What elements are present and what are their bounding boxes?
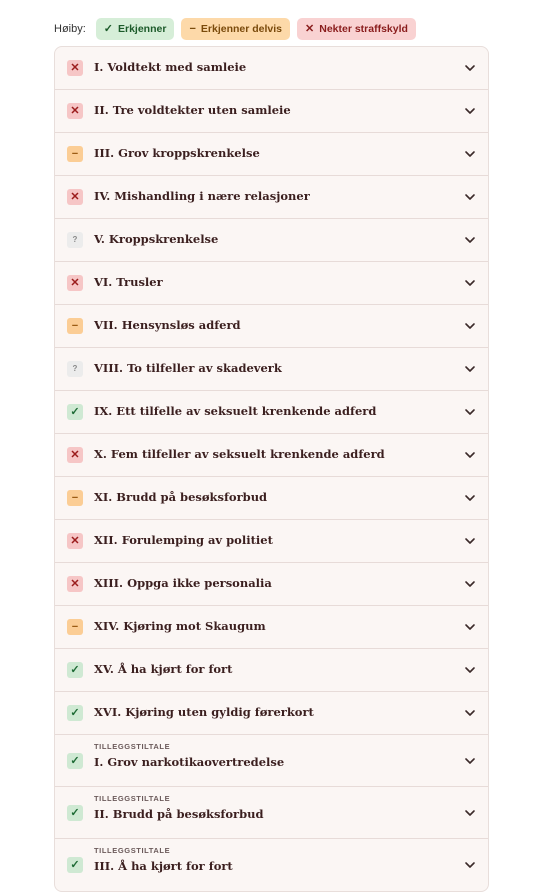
legend-pill-erkjenner-delvis: − Erkjenner delvis [181,18,291,40]
check-icon: ✓ [67,753,83,769]
legend: Høiby: ✓ Erkjenner − Erkjenner delvis ✕ … [54,18,416,40]
legend-title: Høiby: [54,23,86,35]
legend-label: Erkjenner [118,23,167,35]
charge-title: V. Kroppskrenkelse [94,232,219,246]
charge-title: I. Voldtekt med samleie [94,60,247,74]
check-icon: ✓ [103,22,113,35]
legend-label: Erkjenner delvis [200,23,283,35]
charge-row[interactable]: ✓ TILLEGGSTILTALE I. Grov narkotikaovertre… [55,735,488,787]
charge-title: XII. Forulemping av politiet [94,533,273,547]
charge-kicker: TILLEGGSTILTALE [94,742,171,751]
chevron-down-icon[interactable] [464,449,476,461]
cross-icon: ✕ [67,533,83,549]
cross-icon: ✕ [67,103,83,119]
legend-pill-nekter-straffskyld: ✕ Nekter straffskyld [297,18,416,40]
charge-title: XI. Brudd på besøksforbud [94,490,268,504]
chevron-down-icon[interactable] [464,234,476,246]
charge-row[interactable]: ✕ I. Voldtekt med samleie [55,47,488,90]
cross-icon: ✕ [67,275,83,291]
cross-icon: ✕ [67,447,83,463]
chevron-down-icon[interactable] [464,492,476,504]
chevron-down-icon[interactable] [464,406,476,418]
cross-icon: ✕ [67,60,83,76]
legend-pill-erkjenner: ✓ Erkjenner [95,18,175,40]
charge-row[interactable]: ✓ XVI. Kjøring uten gyldig førerkort [55,692,488,735]
check-icon: ✓ [67,662,83,678]
minus-icon: − [67,318,83,334]
charge-title: II. Brudd på besøksforbud [94,807,264,821]
charge-title: X. Fem tilfeller av seksuelt krenkende a… [94,447,385,461]
chevron-down-icon[interactable] [464,363,476,375]
check-icon: ✓ [67,805,83,821]
charge-title: XVI. Kjøring uten gyldig førerkort [94,705,314,719]
chevron-down-icon[interactable] [464,664,476,676]
check-icon: ✓ [67,857,83,873]
charge-title: III. Å ha kjørt for fort [94,859,233,873]
charge-title: XIV. Kjøring mot Skaugum [94,619,266,633]
charge-row[interactable]: − VII. Hensynsløs adferd [55,305,488,348]
chevron-down-icon[interactable] [464,191,476,203]
charge-title: VIII. To tilfeller av skadeverk [94,361,282,375]
question-icon: ? [67,232,83,248]
minus-icon: − [67,490,83,506]
chevron-down-icon[interactable] [464,105,476,117]
chevron-down-icon[interactable] [464,62,476,74]
charge-row[interactable]: − XIV. Kjøring mot Skaugum [55,606,488,649]
charge-title: I. Grov narkotikaovertredelse [94,755,285,769]
chevron-down-icon[interactable] [464,277,476,289]
chevron-down-icon[interactable] [464,320,476,332]
charge-kicker: TILLEGGSTILTALE [94,794,171,803]
charge-title: II. Tre voldtekter uten samleie [94,103,291,117]
question-icon: ? [67,361,83,377]
cross-icon: ✕ [67,576,83,592]
chevron-down-icon[interactable] [464,621,476,633]
charge-row[interactable]: ✓ TILLEGGSTILTALE III. Å ha kjørt for fort [55,839,488,891]
charge-row[interactable]: ✕ VI. Trusler [55,262,488,305]
charge-row[interactable]: ✓ IX. Ett tilfelle av seksuelt krenkende … [55,391,488,434]
legend-label: Nekter straffskyld [319,23,408,35]
cut-off-text [0,0,533,10]
chevron-down-icon[interactable] [464,755,476,767]
charge-row[interactable]: ✕ XII. Forulemping av politiet [55,520,488,563]
cross-icon: ✕ [305,22,315,35]
charge-row[interactable]: ✕ II. Tre voldtekter uten samleie [55,90,488,133]
charges-accordion: ✕ I. Voldtekt med samleie ✕ II. Tre voldtek… [54,46,489,892]
charge-row[interactable]: ? V. Kroppskrenkelse [55,219,488,262]
charge-title: XIII. Oppga ikke personalia [94,576,272,590]
charge-row[interactable]: − XI. Brudd på besøksforbud [55,477,488,520]
charge-title: VII. Hensynsløs adferd [94,318,241,332]
minus-icon: − [189,22,196,35]
charge-row[interactable]: ✓ XV. Å ha kjørt for fort [55,649,488,692]
chevron-down-icon[interactable] [464,707,476,719]
charge-title: IX. Ett tilfelle av seksuelt krenkende a… [94,404,377,418]
minus-icon: − [67,619,83,635]
charge-row[interactable]: ✕ X. Fem tilfeller av seksuelt krenkende … [55,434,488,477]
charge-row[interactable]: ✕ XIII. Oppga ikke personalia [55,563,488,606]
charge-title: III. Grov kroppskrenkelse [94,146,260,160]
charge-row[interactable]: ✕ IV. Mishandling i nære relasjoner [55,176,488,219]
charge-title: XV. Å ha kjørt for fort [94,662,233,676]
charge-row[interactable]: − III. Grov kroppskrenkelse [55,133,488,176]
chevron-down-icon[interactable] [464,535,476,547]
charge-kicker: TILLEGGSTILTALE [94,846,171,855]
chevron-down-icon[interactable] [464,807,476,819]
chevron-down-icon[interactable] [464,578,476,590]
chevron-down-icon[interactable] [464,859,476,871]
check-icon: ✓ [67,705,83,721]
chevron-down-icon[interactable] [464,148,476,160]
cross-icon: ✕ [67,189,83,205]
minus-icon: − [67,146,83,162]
charge-row[interactable]: ✓ TILLEGGSTILTALE II. Brudd på besøksforbu… [55,787,488,839]
charge-title: IV. Mishandling i nære relasjoner [94,189,310,203]
charge-row[interactable]: ? VIII. To tilfeller av skadeverk [55,348,488,391]
check-icon: ✓ [67,404,83,420]
charge-title: VI. Trusler [94,275,163,289]
